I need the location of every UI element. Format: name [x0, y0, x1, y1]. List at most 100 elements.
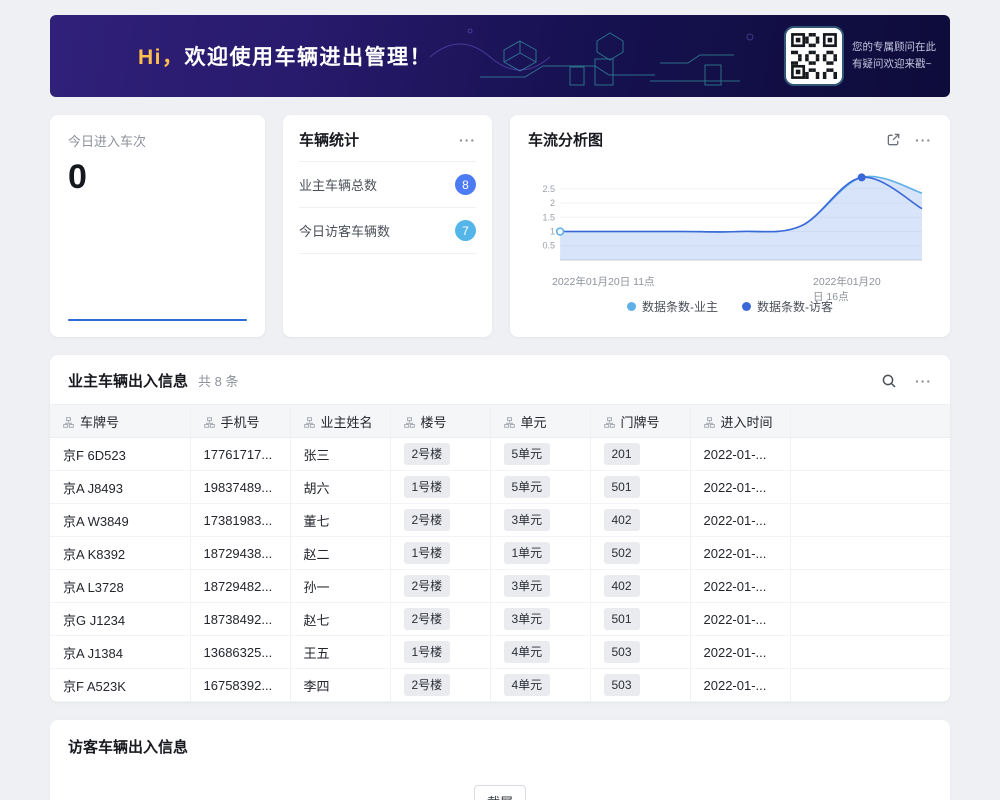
table-row[interactable]: 京A J849319837489...胡六1号楼5单元5012022-01-..… [50, 471, 950, 504]
table-cell: 19837489... [190, 471, 290, 504]
table-cell: 王五 [290, 636, 390, 669]
field-type-icon [304, 416, 315, 431]
tag: 2号楼 [404, 575, 451, 597]
column-header[interactable]: 楼号 [390, 405, 490, 438]
table-cell: 李四 [290, 669, 390, 702]
qr-caption: 您的专属顾问在此 有疑问欢迎来戳~ [852, 39, 936, 74]
table-row[interactable]: 京F A523K16758392...李四2号楼4单元5032022-01-..… [50, 669, 950, 702]
table-row[interactable]: 京G J123418738492...赵七2号楼3单元5012022-01-..… [50, 603, 950, 636]
tag: 1单元 [504, 542, 551, 564]
table-cell: 5单元 [490, 471, 590, 504]
table-cell: 4单元 [490, 636, 590, 669]
visitor-vehicles-card: 访客车辆出入信息 载屏 [50, 720, 950, 800]
today-entries-card: 今日进入车次 0 [50, 115, 265, 337]
table-cell: 1号楼 [390, 537, 490, 570]
column-header[interactable]: 手机号 [190, 405, 290, 438]
table-cell: 503 [590, 636, 690, 669]
table-cell-filler [790, 504, 950, 537]
table-cell: 京F A523K [50, 669, 190, 702]
table-cell: 2号楼 [390, 570, 490, 603]
table-row[interactable]: 京A J138413686325...王五1号楼4单元5032022-01-..… [50, 636, 950, 669]
stats-rows: 业主车辆总数8今日访客车辆数7 [299, 162, 476, 254]
stat-label: 今日访客车辆数 [299, 221, 390, 240]
more-icon[interactable]: ··· [915, 133, 932, 147]
column-header[interactable]: 车牌号 [50, 405, 190, 438]
banner-title-prefix: Hi， [138, 46, 185, 69]
table-row[interactable]: 京A W384917381983...董七2号楼3单元4022022-01-..… [50, 504, 950, 537]
column-header-label: 门牌号 [621, 415, 660, 430]
page: Hi，欢迎使用车辆进出管理！ 您的专属顾问在此 有疑问欢迎来戳~ 今日进入车次 … [0, 0, 1000, 800]
table-row[interactable]: 京A L372818729482...孙一2号楼3单元4022022-01-..… [50, 570, 950, 603]
legend-item[interactable]: 数据条数-业主 [627, 298, 718, 315]
table-cell: 京A W3849 [50, 504, 190, 537]
tag: 4单元 [504, 641, 551, 663]
table-cell-filler [790, 603, 950, 636]
column-header-label: 单元 [521, 415, 547, 430]
partial-button[interactable]: 载屏 [474, 785, 526, 800]
table-cell: 胡六 [290, 471, 390, 504]
traffic-chart-title: 车流分析图 [528, 129, 603, 150]
svg-text:2: 2 [550, 198, 555, 208]
tag: 1号楼 [404, 641, 451, 663]
table-cell: 1号楼 [390, 471, 490, 504]
svg-text:1: 1 [550, 227, 555, 237]
tag: 5单元 [504, 443, 551, 465]
today-entries-title: 今日进入车次 [68, 131, 247, 150]
tag: 2号楼 [404, 674, 451, 696]
table-cell: 3单元 [490, 603, 590, 636]
table-cell: 2022-01-... [690, 438, 790, 471]
tag: 2号楼 [404, 509, 451, 531]
table-cell: 2022-01-... [690, 471, 790, 504]
owner-table: 车牌号 手机号业主姓名楼号 单元 门牌号 进入时间 京F 6D52317761717..… [50, 404, 950, 702]
table-cell: 2号楼 [390, 603, 490, 636]
table-cell: 2号楼 [390, 438, 490, 471]
table-cell-filler [790, 438, 950, 471]
legend-dot-icon [627, 302, 636, 311]
table-cell: 京F 6D523 [50, 438, 190, 471]
column-header[interactable]: 业主姓名 [290, 405, 390, 438]
table-cell: 京A K8392 [50, 537, 190, 570]
today-entries-value: 0 [68, 158, 247, 197]
table-row[interactable]: 京F 6D52317761717...张三2号楼5单元2012022-01-..… [50, 438, 950, 471]
column-header[interactable]: 进入时间 [690, 405, 790, 438]
flow-chart-svg: 0.511.522.5 [528, 156, 932, 274]
vehicle-stats-title: 车辆统计 [299, 129, 359, 150]
tag: 5单元 [504, 476, 551, 498]
table-cell: 503 [590, 669, 690, 702]
more-icon[interactable]: ··· [915, 374, 932, 388]
owner-table-header-bar: 业主车辆出入信息 共 8 条 ··· [50, 355, 950, 404]
table-cell: 2号楼 [390, 504, 490, 537]
export-icon[interactable] [886, 132, 901, 147]
banner: Hi，欢迎使用车辆进出管理！ 您的专属顾问在此 有疑问欢迎来戳~ [50, 15, 950, 97]
tag: 502 [604, 542, 640, 564]
table-cell: 17761717... [190, 438, 290, 471]
search-icon[interactable] [881, 373, 897, 389]
svg-text:0.5: 0.5 [543, 241, 556, 251]
more-icon[interactable]: ··· [459, 133, 476, 147]
table-row[interactable]: 京A K839218729438...赵二1号楼1单元5022022-01-..… [50, 537, 950, 570]
tag: 1号楼 [404, 542, 451, 564]
column-header[interactable]: 门牌号 [590, 405, 690, 438]
table-cell: 201 [590, 438, 690, 471]
tag: 1号楼 [404, 476, 451, 498]
tag: 201 [604, 443, 640, 465]
column-header-label: 进入时间 [721, 415, 773, 430]
table-cell: 5单元 [490, 438, 590, 471]
tag: 2号楼 [404, 443, 451, 465]
tag: 3单元 [504, 608, 551, 630]
table-cell-filler [790, 471, 950, 504]
table-cell: 18729482... [190, 570, 290, 603]
column-header[interactable]: 单元 [490, 405, 590, 438]
field-type-icon [604, 416, 615, 431]
column-header-label: 车牌号 [80, 415, 119, 430]
stat-badge: 8 [455, 174, 476, 195]
stat-row: 今日访客车辆数7 [299, 208, 476, 254]
qr-caption-line2: 有疑问欢迎来戳~ [852, 56, 936, 73]
column-filler [790, 405, 950, 438]
tag: 3单元 [504, 575, 551, 597]
table-cell: 2022-01-... [690, 636, 790, 669]
qr-code [786, 28, 842, 84]
table-cell-filler [790, 669, 950, 702]
table-cell: 京G J1234 [50, 603, 190, 636]
owner-table-title: 业主车辆出入信息 [68, 370, 188, 391]
